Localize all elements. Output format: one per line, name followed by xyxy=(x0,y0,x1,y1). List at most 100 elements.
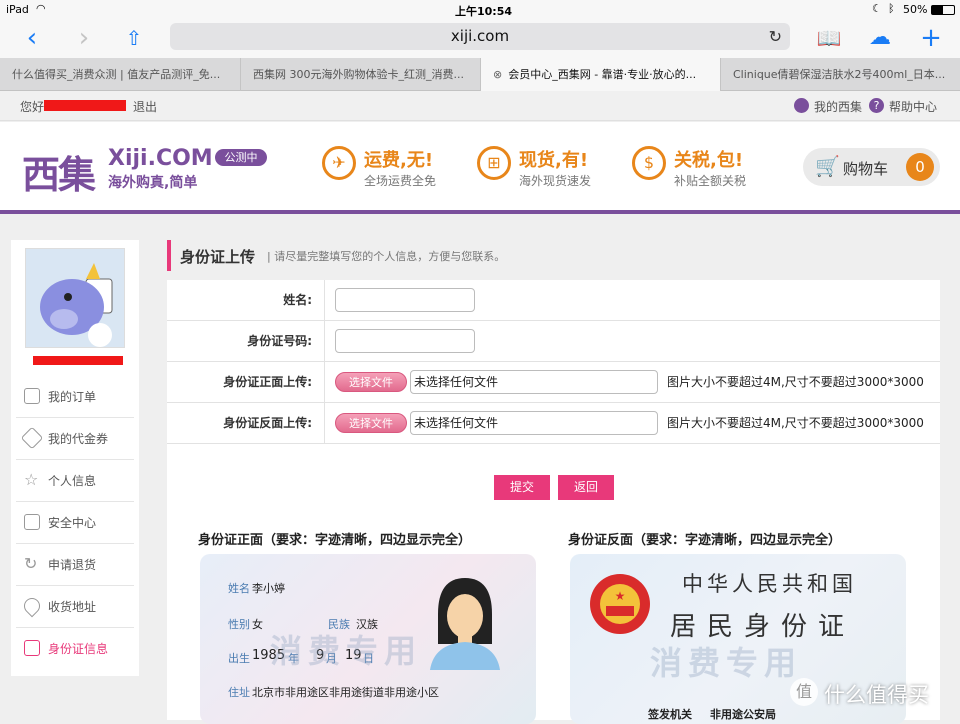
feature-sub: 海外现货速发 xyxy=(519,174,592,188)
cart-label: 购物车 xyxy=(843,160,889,178)
id-number-label: 身份证号码: xyxy=(167,321,325,361)
tab-label: 会员中心_西集网 - 靠谱·专业·放心的... xyxy=(508,68,697,81)
feature-title: 关税,包! xyxy=(674,150,744,171)
username-redacted xyxy=(44,100,126,111)
coupon-icon xyxy=(20,426,44,450)
edit-icon xyxy=(24,514,40,530)
forward-icon[interactable]: › xyxy=(70,24,98,52)
main-area: 我的订单 我的代金券 ☆ 个人信息 安全中心 ↻ 申请退货 收货地址 身份证信息 身… xyxy=(0,218,960,724)
national-emblem-icon: ★ xyxy=(590,574,650,634)
sidebar-item-label: 安全中心 xyxy=(48,516,97,530)
feature-sub: 全场运费全免 xyxy=(364,174,437,188)
sidebar-item-coupons[interactable]: 我的代金券 xyxy=(16,418,134,460)
portrait-icon xyxy=(430,578,500,670)
sidebar-item-id-info[interactable]: 身份证信息 xyxy=(16,628,134,670)
plane-icon: ✈ xyxy=(322,146,356,180)
tab-xiji-card[interactable]: 西集网 300元海外购物体验卡_红测_消费... xyxy=(240,58,480,91)
share-icon[interactable]: ⇧ xyxy=(120,24,148,52)
back-file-name: 未选择任何文件 xyxy=(410,411,658,435)
page-title: 身份证上传 xyxy=(180,248,256,266)
front-upload-row: 身份证正面上传: 选择文件 未选择任何文件 图片大小不要超过4M,尺寸不要超过3… xyxy=(167,362,940,403)
sidebar-item-orders[interactable]: 我的订单 xyxy=(16,376,134,418)
feature-title: 运费,无! xyxy=(364,150,434,171)
wifi-icon: ◠ xyxy=(36,2,46,15)
tab-label: 西集网 300元海外购物体验卡_红测_消费... xyxy=(253,68,464,81)
sidebar-item-label: 收货地址 xyxy=(48,600,97,614)
status-bar: iPad ◠ 上午10:54 ☾ ᛒ 50% xyxy=(0,0,960,20)
username-redacted xyxy=(33,356,123,365)
tab-clinique[interactable]: Clinique倩碧保湿洁肤水2号400ml_日本... xyxy=(720,58,960,91)
sex-value: 女 xyxy=(252,618,263,631)
sidebar-item-label: 我的订单 xyxy=(48,390,97,404)
id-card-front-sample: 姓名 李小婷 性别 女 民族 汉族 出生 1985 年 9 月 19 日 住址 … xyxy=(200,554,536,724)
name-label: 姓名: xyxy=(167,280,325,320)
addr-field-label: 住址 xyxy=(228,686,250,699)
sidebar: 我的订单 我的代金券 ☆ 个人信息 安全中心 ↻ 申请退货 收货地址 身份证信息 xyxy=(11,240,139,676)
watermark-text: 什么值得买 xyxy=(824,683,929,707)
status-time: 上午10:54 xyxy=(455,5,513,18)
tab-label: Clinique倩碧保湿洁肤水2号400ml_日本... xyxy=(733,68,946,81)
card-watermark: 消费专用 xyxy=(650,644,803,682)
back-button[interactable]: 返回 xyxy=(558,475,614,500)
site-logo[interactable]: 西集 Xiji.COM 海外购真,简单 公测中 xyxy=(22,144,272,197)
back-icon[interactable]: ‹ xyxy=(18,24,46,52)
id-number-row: 身份证号码: xyxy=(167,321,940,362)
submit-button[interactable]: 提交 xyxy=(494,475,550,500)
feature-sub: 补贴全额关税 xyxy=(674,174,747,188)
address-text: xiji.com xyxy=(450,27,510,45)
cart-icon: 🛒 xyxy=(815,154,840,178)
cart-count-badge: 0 xyxy=(906,153,934,181)
location-icon xyxy=(20,594,44,618)
name-input[interactable] xyxy=(335,288,475,312)
id-number-input[interactable] xyxy=(335,329,475,353)
user-icon xyxy=(794,98,809,113)
close-tab-icon[interactable]: ⊗ xyxy=(493,68,502,81)
birth-field-label: 出生 xyxy=(228,652,250,665)
sidebar-item-label: 个人信息 xyxy=(48,474,97,488)
star-icon: ☆ xyxy=(24,470,39,489)
front-upload-label: 身份证正面上传: xyxy=(167,362,325,402)
tab-member-center[interactable]: ⊗ 会员中心_西集网 - 靠谱·专业·放心的... xyxy=(480,58,720,92)
sidebar-item-returns[interactable]: ↻ 申请退货 xyxy=(16,544,134,586)
bookmarks-icon[interactable]: 📖 xyxy=(815,24,843,52)
front-file-name: 未选择任何文件 xyxy=(410,370,658,394)
sidebar-item-address[interactable]: 收货地址 xyxy=(16,586,134,628)
choose-back-file-button[interactable]: 选择文件 xyxy=(335,413,407,433)
back-card-title: 身份证反面（要求：字迹清晰，四边显示完全） xyxy=(568,533,842,548)
sidebar-item-label: 申请退货 xyxy=(48,558,97,572)
tab-smzdm[interactable]: 什么值得买_消费众测 | 值友产品测评_免... xyxy=(0,58,240,91)
my-account-link[interactable]: 我的西集 xyxy=(814,98,862,115)
browser-toolbar: ‹ › ⇧ xiji.com ↻ 📖 ☁ + xyxy=(0,20,960,58)
sidebar-item-label: 我的代金券 xyxy=(48,432,109,446)
sidebar-item-security[interactable]: 安全中心 xyxy=(16,502,134,544)
logo-cn: 西集 xyxy=(22,153,96,197)
upload-hint: 图片大小不要超过4M,尺寸不要超过3000*3000 xyxy=(667,375,924,389)
new-tab-icon[interactable]: + xyxy=(917,24,945,52)
back-upload-row: 身份证反面上传: 选择文件 未选择任何文件 图片大小不要超过4M,尺寸不要超过3… xyxy=(167,403,940,444)
choose-front-file-button[interactable]: 选择文件 xyxy=(335,372,407,392)
cloud-tabs-icon[interactable]: ☁ xyxy=(866,24,894,52)
logo-en: Xiji.COM xyxy=(108,146,213,171)
reload-icon[interactable]: ↻ xyxy=(769,23,782,50)
feature-title: 现货,有! xyxy=(519,150,589,171)
logout-link[interactable]: 退出 xyxy=(133,98,157,115)
page-subtitle: | 请尽量完整填写您的个人信息，方便与您联系。 xyxy=(267,250,506,263)
front-card-title: 身份证正面（要求：字迹清晰，四边显示完全） xyxy=(198,533,472,548)
addr-value: 北京市非用途区非用途街道非用途小区 xyxy=(252,686,439,699)
tab-bar: 什么值得买_消费众测 | 值友产品测评_免... 西集网 300元海外购物体验卡… xyxy=(0,58,960,92)
avatar xyxy=(25,248,125,348)
greeting-text: 您好 xyxy=(20,100,45,114)
refresh-icon: ↻ xyxy=(24,554,38,573)
bluetooth-icon: ᛒ xyxy=(888,2,895,15)
help-center-link[interactable]: 帮助中心 xyxy=(889,98,937,115)
battery-percent: 50% xyxy=(903,3,928,16)
name-row: 姓名: xyxy=(167,280,940,321)
sidebar-item-label: 身份证信息 xyxy=(48,642,109,656)
gift-icon: ⊞ xyxy=(477,146,511,180)
address-bar[interactable]: xiji.com ↻ xyxy=(170,23,790,50)
cart-button[interactable]: 🛒 购物车 0 xyxy=(803,148,940,186)
sidebar-item-profile[interactable]: ☆ 个人信息 xyxy=(16,460,134,502)
moon-icon: ☾ xyxy=(872,2,882,15)
back-upload-label: 身份证反面上传: xyxy=(167,403,325,443)
country-name: 中华人民共和国 xyxy=(682,572,857,596)
